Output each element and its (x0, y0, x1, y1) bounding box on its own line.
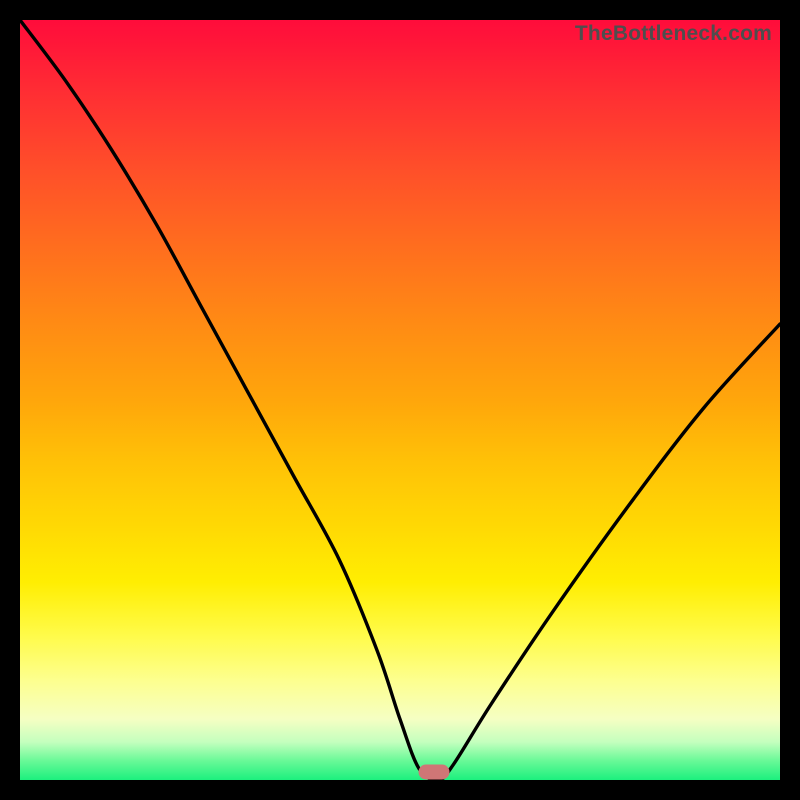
minimum-marker (419, 765, 450, 780)
source-attribution: TheBottleneck.com (575, 22, 772, 46)
bottleneck-curve-path (20, 20, 780, 780)
bottleneck-chart: TheBottleneck.com (0, 0, 800, 800)
curve-svg (20, 20, 780, 780)
plot-area: TheBottleneck.com (20, 20, 780, 780)
